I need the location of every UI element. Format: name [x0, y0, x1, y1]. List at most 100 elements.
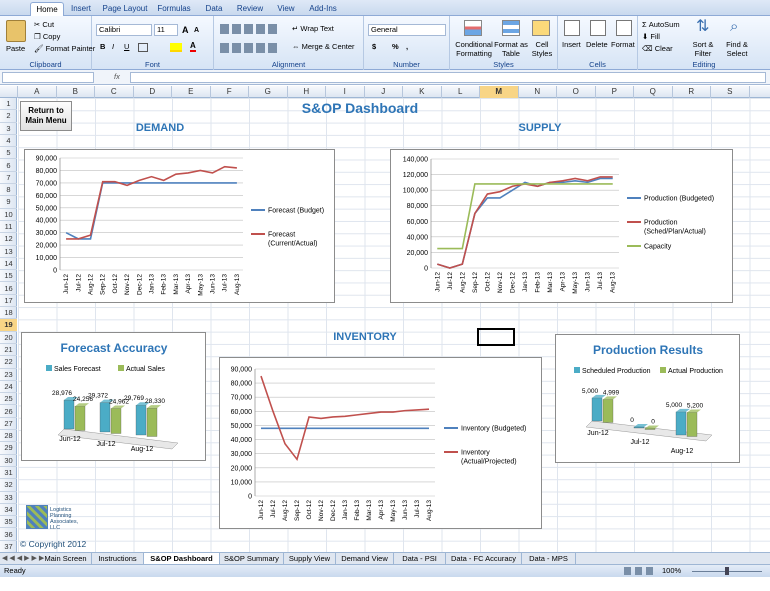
font-color-icon[interactable]: A — [190, 41, 196, 52]
row-header-19[interactable]: 19 — [0, 319, 17, 332]
vertical-align-icons[interactable] — [220, 24, 280, 34]
row-header-34[interactable]: 34 — [0, 504, 17, 517]
column-header-A[interactable]: A — [18, 86, 57, 98]
column-header-J[interactable]: J — [365, 86, 403, 98]
fx-icon[interactable]: fx — [114, 72, 120, 82]
sheet-tab-6[interactable]: Data - PSI — [394, 553, 446, 564]
cell-styles-button[interactable]: Cell Styles — [528, 40, 556, 58]
name-box[interactable] — [2, 72, 94, 83]
sheet-tab-5[interactable]: Demand View — [336, 553, 394, 564]
format-icon[interactable] — [616, 20, 632, 36]
comma-button[interactable]: , — [406, 42, 408, 52]
row-header-33[interactable]: 33 — [0, 492, 17, 504]
select-all-corner[interactable] — [0, 86, 18, 98]
format-table-icon[interactable] — [502, 20, 520, 36]
column-header-E[interactable]: E — [172, 86, 211, 98]
row-header-9[interactable]: 9 — [0, 196, 17, 209]
row-header-18[interactable]: 18 — [0, 307, 17, 320]
view-mode-icons[interactable] — [624, 567, 654, 575]
column-header-D[interactable]: D — [134, 86, 172, 98]
row-header-12[interactable]: 12 — [0, 233, 17, 246]
cell-styles-icon[interactable] — [532, 20, 550, 36]
row-header-10[interactable]: 10 — [0, 209, 17, 221]
fill-color-icon[interactable] — [170, 43, 182, 52]
tab-page-layout[interactable]: Page Layout — [100, 2, 150, 16]
bold-button[interactable]: B — [100, 42, 105, 52]
sheet-tab-8[interactable]: Data - MPS — [522, 553, 576, 564]
paste-icon[interactable] — [6, 20, 26, 42]
conditional-format-icon[interactable] — [464, 20, 482, 36]
tab-view[interactable]: View — [272, 2, 300, 16]
demand-chart[interactable]: 0 10,000 20,000 30,000 40,000 50,000 60,000 70,… — [24, 149, 335, 303]
underline-button[interactable]: U — [124, 42, 129, 52]
column-header-F[interactable]: F — [211, 86, 249, 98]
row-header-16[interactable]: 16 — [0, 283, 17, 295]
row-header-8[interactable]: 8 — [0, 184, 17, 197]
column-header-O[interactable]: O — [557, 86, 596, 98]
row-header-20[interactable]: 20 — [0, 332, 17, 344]
conditional-format-button[interactable]: Conditional Formatting — [452, 40, 496, 58]
tab-formulas[interactable]: Formulas — [153, 2, 195, 16]
row-header-11[interactable]: 11 — [0, 221, 17, 234]
format-table-button[interactable]: Format as Table — [494, 40, 528, 58]
column-header-L[interactable]: L — [442, 86, 480, 98]
sort-filter-button[interactable]: Sort & Filter — [690, 40, 716, 58]
row-header-5[interactable]: 5 — [0, 147, 17, 160]
zoom-slider-thumb[interactable] — [725, 567, 729, 575]
percent-button[interactable]: % — [392, 42, 399, 52]
copy-button[interactable]: ❐ Copy — [34, 32, 60, 42]
row-header-13[interactable]: 13 — [0, 246, 17, 258]
column-header-G[interactable]: G — [249, 86, 288, 98]
insert-icon[interactable] — [564, 20, 580, 36]
find-select-button[interactable]: Find & Select — [720, 40, 754, 58]
number-format-select[interactable]: General — [368, 24, 446, 36]
active-cell[interactable] — [477, 328, 515, 346]
inventory-chart[interactable]: 0 10,000 20,000 30,000 40,000 50,000 60,000 70,… — [219, 357, 542, 529]
column-header-K[interactable]: K — [403, 86, 442, 98]
clear-button[interactable]: ⌫ Clear — [642, 44, 673, 54]
format-button[interactable]: Format — [611, 40, 635, 50]
horizontal-align-icons[interactable] — [220, 43, 280, 53]
row-header-21[interactable]: 21 — [0, 344, 17, 357]
grow-font-button[interactable]: A — [182, 25, 189, 35]
insert-button[interactable]: Insert — [562, 40, 581, 50]
row-header-28[interactable]: 28 — [0, 430, 17, 443]
sheet-tab-3[interactable]: S&OP Summary — [220, 553, 284, 564]
row-header-14[interactable]: 14 — [0, 258, 17, 271]
tab-home[interactable]: Home — [30, 2, 64, 16]
supply-chart[interactable]: 0 20,000 40,000 60,000 80,000 100,000 120,000 1… — [390, 149, 733, 303]
column-header-B[interactable]: B — [57, 86, 95, 98]
column-header-R[interactable]: R — [673, 86, 711, 98]
binoculars-icon[interactable]: ⌕ — [730, 18, 738, 36]
sheet-tab-4[interactable]: Supply View — [284, 553, 336, 564]
row-header-23[interactable]: 23 — [0, 369, 17, 381]
row-header-17[interactable]: 17 — [0, 295, 17, 308]
sort-filter-icon[interactable]: ⇅ — [696, 18, 709, 36]
sheet-tab-0[interactable]: Main Screen — [40, 553, 92, 564]
sheet-tab-1[interactable]: Instructions — [92, 553, 144, 564]
currency-button[interactable]: $ — [372, 42, 376, 52]
row-header-36[interactable]: 36 — [0, 529, 17, 541]
row-header-32[interactable]: 32 — [0, 479, 17, 492]
merge-center-button[interactable]: ⇔ Merge & Center — [292, 42, 355, 52]
fill-button[interactable]: ⬇ Fill — [642, 32, 660, 42]
tab-review[interactable]: Review — [232, 2, 268, 16]
row-header-3[interactable]: 3 — [0, 123, 17, 135]
row-header-7[interactable]: 7 — [0, 172, 17, 185]
row-header-1[interactable]: 1 — [0, 98, 17, 111]
borders-icon[interactable] — [138, 43, 148, 52]
delete-button[interactable]: Delete — [586, 40, 608, 50]
column-header-I[interactable]: I — [326, 86, 365, 98]
shrink-font-button[interactable]: A — [194, 26, 199, 36]
row-header-24[interactable]: 24 — [0, 381, 17, 394]
column-header-H[interactable]: H — [288, 86, 326, 98]
delete-icon[interactable] — [590, 20, 606, 36]
column-header-P[interactable]: P — [596, 86, 634, 98]
sheet-tab-7[interactable]: Data - FC Accuracy — [446, 553, 522, 564]
return-main-menu-button[interactable]: Return to Main Menu — [20, 101, 72, 131]
row-header-15[interactable]: 15 — [0, 270, 17, 283]
row-header-27[interactable]: 27 — [0, 418, 17, 431]
tab-add-ins[interactable]: Add-Ins — [304, 2, 342, 16]
column-header-N[interactable]: N — [519, 86, 557, 98]
column-header-S[interactable]: S — [711, 86, 750, 98]
